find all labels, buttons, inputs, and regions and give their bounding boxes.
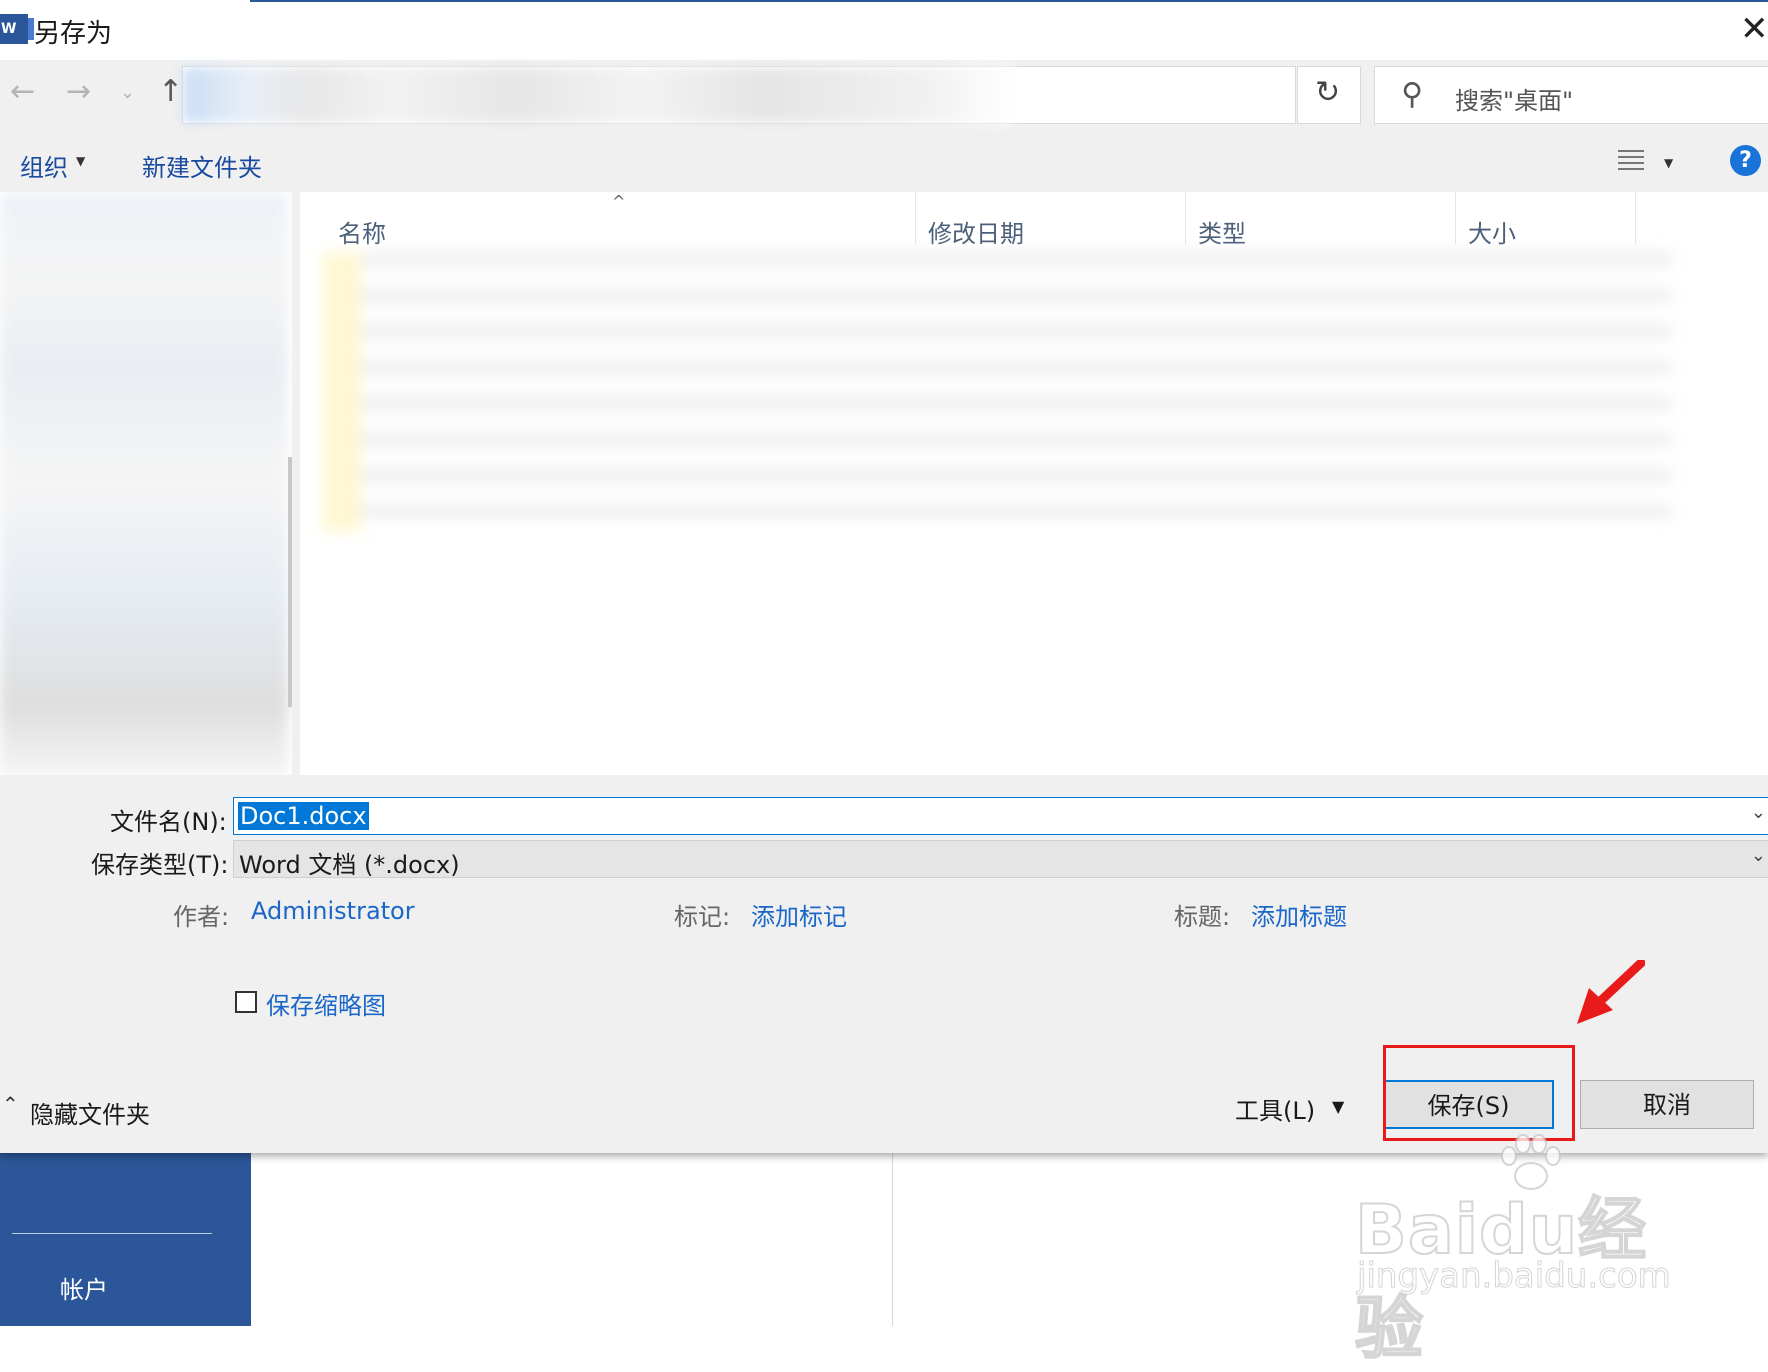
- tools-menu[interactable]: 工具(L): [1235, 1091, 1315, 1126]
- save-thumbnail-checkbox[interactable]: [235, 991, 257, 1013]
- chevron-up-icon[interactable]: ⌃: [2, 1092, 19, 1116]
- hide-folders-toggle[interactable]: 隐藏文件夹: [30, 1095, 150, 1130]
- filetype-label: 保存类型(T):: [91, 851, 229, 879]
- sort-ascending-icon: ^: [612, 192, 626, 211]
- filename-input[interactable]: Doc1.docx ⌄: [233, 797, 1768, 835]
- chevron-down-icon[interactable]: ⌄: [1751, 802, 1766, 823]
- path-blurred-content: [183, 67, 1013, 123]
- filetype-select[interactable]: Word 文档 (*.docx) ⌄: [233, 840, 1768, 879]
- add-title-link[interactable]: 添加标题: [1251, 897, 1347, 932]
- column-header-type[interactable]: 类型: [1198, 214, 1246, 249]
- watermark-url: jingyan.baidu.com: [1357, 1256, 1672, 1297]
- search-icon: ⚲: [1401, 77, 1423, 112]
- title-bar: W 另存为 ✕: [0, 0, 1768, 60]
- search-placeholder: 搜索"桌面": [1455, 87, 1574, 115]
- caret-down-icon[interactable]: ▼: [76, 154, 85, 168]
- refresh-button[interactable]: ↻: [1297, 66, 1361, 124]
- dialog-title: 另存为: [34, 19, 113, 49]
- nav-divider: [12, 1233, 212, 1234]
- chevron-down-icon[interactable]: ⌄: [1751, 845, 1766, 866]
- author-value[interactable]: Administrator: [251, 897, 415, 925]
- tags-label: 标记:: [674, 903, 731, 931]
- organize-menu[interactable]: 组织: [20, 148, 68, 183]
- add-tag-link[interactable]: 添加标记: [751, 897, 847, 932]
- filetype-value: Word 文档 (*.docx): [239, 851, 460, 879]
- search-input[interactable]: ⚲ 搜索"桌面": [1374, 66, 1768, 124]
- file-list[interactable]: ^ 名称 修改日期 类型 大小: [300, 192, 1768, 775]
- baidu-watermark: Baidu经验 jingyan.baidu.com: [1354, 1134, 1685, 1370]
- backstage-nav: 帐户: [0, 1153, 251, 1326]
- navigation-pane[interactable]: [0, 192, 292, 775]
- save-as-dialog: W 另存为 ✕ ← → ⌄ ↑ ⌄ ↻ ⚲ 搜索"桌面" 组织 ▼ 新建文件夹 …: [0, 0, 1768, 1153]
- back-arrow-icon[interactable]: ←: [10, 74, 35, 109]
- new-folder-button[interactable]: 新建文件夹: [142, 148, 262, 183]
- column-header-name[interactable]: 名称: [338, 214, 386, 249]
- file-list-blurred-content: [322, 252, 1672, 532]
- column-separator[interactable]: [1455, 192, 1456, 244]
- recent-chevron-icon[interactable]: ⌄: [120, 82, 135, 103]
- navigation-scrollbar[interactable]: [288, 457, 292, 707]
- view-details-icon[interactable]: [1618, 150, 1644, 174]
- command-toolbar: 组织 ▼ 新建文件夹 ▼ ?: [0, 132, 1768, 192]
- caret-down-icon[interactable]: ▼: [1664, 156, 1673, 170]
- close-icon[interactable]: ✕: [1740, 12, 1768, 46]
- highlight-box: [1383, 1045, 1575, 1141]
- nav-item-account[interactable]: 帐户: [60, 1270, 108, 1305]
- title-label: 标题:: [1174, 903, 1231, 931]
- column-header-modified[interactable]: 修改日期: [928, 214, 1024, 249]
- address-bar: ← → ⌄ ↑ ⌄ ↻ ⚲ 搜索"桌面": [0, 60, 1768, 132]
- navigation-blurred-content: [0, 192, 288, 775]
- title-accent-line: [250, 0, 1768, 2]
- help-icon[interactable]: ?: [1730, 145, 1761, 176]
- word-icon: W: [0, 14, 34, 44]
- forward-arrow-icon[interactable]: →: [66, 74, 91, 109]
- filename-label: 文件名(N):: [110, 808, 227, 836]
- column-separator[interactable]: [1185, 192, 1186, 244]
- column-separator[interactable]: [1635, 192, 1636, 244]
- pointer-arrow-icon: [1577, 960, 1645, 1024]
- path-breadcrumb[interactable]: ⌄: [182, 66, 1460, 124]
- cancel-button[interactable]: 取消: [1580, 1080, 1754, 1129]
- refresh-icon: ↻: [1315, 75, 1341, 110]
- column-header-size[interactable]: 大小: [1468, 214, 1516, 249]
- caret-down-icon[interactable]: ▼: [1332, 1097, 1344, 1116]
- column-separator[interactable]: [915, 192, 916, 244]
- save-thumbnail-label[interactable]: 保存缩略图: [266, 986, 386, 1021]
- filename-value[interactable]: Doc1.docx: [238, 802, 369, 830]
- author-label: 作者:: [173, 903, 230, 931]
- up-arrow-icon[interactable]: ↑: [158, 74, 183, 109]
- backstage-divider: [892, 1153, 893, 1326]
